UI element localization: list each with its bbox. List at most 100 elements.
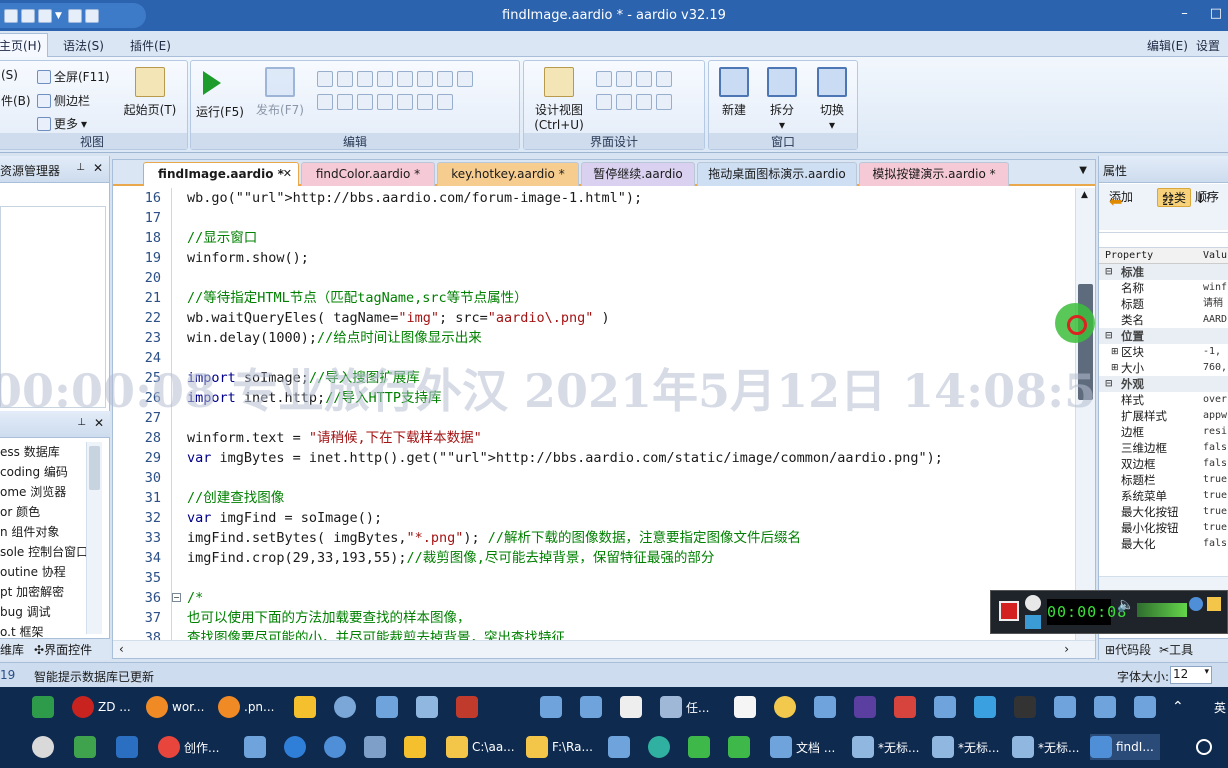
- redo-icon[interactable]: [417, 94, 433, 110]
- taskbar-app-untitled-1[interactable]: *无标...: [852, 734, 919, 760]
- collapse-icon[interactable]: ⊟: [1105, 328, 1113, 344]
- taskbar-app[interactable]: [894, 694, 916, 720]
- undo-icon[interactable]: [397, 94, 413, 110]
- tab-library[interactable]: 维库: [0, 641, 24, 658]
- scroll-thumb[interactable]: [89, 446, 100, 490]
- font-size-input[interactable]: 12 ▾: [1170, 666, 1212, 684]
- uncomment-icon[interactable]: [337, 94, 353, 110]
- ime-indicator[interactable]: 英: [1214, 694, 1226, 720]
- taskbar-app-png[interactable]: .pn...: [218, 694, 274, 720]
- format-icon[interactable]: [457, 71, 473, 87]
- minimize-button[interactable]: –: [1181, 6, 1188, 21]
- property-row[interactable]: 样式 over: [1099, 392, 1228, 408]
- chevron-up-icon[interactable]: ⌃: [1172, 694, 1184, 720]
- bookmark-icon[interactable]: [357, 94, 373, 110]
- switch-button[interactable]: 切换 ▾: [809, 67, 855, 133]
- tab-syntax[interactable]: 语法(S): [63, 37, 104, 54]
- taskbar-folder-f[interactable]: F:\Ra...: [526, 734, 593, 760]
- editor-horizontal-scrollbar[interactable]: ‹ ›: [113, 640, 1095, 658]
- folder-icon[interactable]: [1207, 597, 1221, 611]
- expand-icon[interactable]: ⊞: [1111, 360, 1119, 376]
- run-button[interactable]: 运行(F5): [195, 67, 245, 120]
- taskbar-app[interactable]: [416, 694, 438, 720]
- taskbar-app[interactable]: [648, 734, 670, 760]
- taskbar-app[interactable]: [580, 694, 602, 720]
- chevron-right-icon[interactable]: ›: [1064, 642, 1069, 656]
- taskbar-app[interactable]: [974, 694, 996, 720]
- property-value[interactable]: appw: [1203, 408, 1227, 424]
- taskbar-app[interactable]: [774, 694, 796, 720]
- taskbar-app[interactable]: [728, 734, 750, 760]
- taskbar-app[interactable]: [244, 734, 266, 760]
- taskbar-app[interactable]: [1134, 694, 1156, 720]
- taskbar-app-task[interactable]: 任...: [660, 694, 709, 720]
- stop-record-button[interactable]: [999, 601, 1019, 621]
- property-value[interactable]: over: [1203, 392, 1227, 408]
- taskbar-app[interactable]: [404, 734, 426, 760]
- taskbar-app[interactable]: [734, 694, 756, 720]
- taskbar-app[interactable]: [854, 694, 876, 720]
- taskbar-folder-c[interactable]: C:\aa...: [446, 734, 515, 760]
- sidebar-button[interactable]: 侧边栏: [37, 92, 90, 109]
- tab-tools[interactable]: ✂工具: [1159, 641, 1193, 658]
- taskbar-app-word[interactable]: wor...: [146, 694, 204, 720]
- taskbar-app[interactable]: [814, 694, 836, 720]
- property-row[interactable]: 标题 请稍: [1099, 296, 1228, 312]
- property-value[interactable]: fals: [1203, 456, 1227, 472]
- property-category[interactable]: ⊟ 外观: [1099, 376, 1228, 392]
- editor-vertical-scrollbar[interactable]: ▲: [1075, 188, 1095, 640]
- taskbar-app[interactable]: [1094, 694, 1116, 720]
- property-row[interactable]: 边框 resi: [1099, 424, 1228, 440]
- taskbar-app[interactable]: [934, 694, 956, 720]
- taskbar-app[interactable]: [456, 694, 478, 720]
- taskbar-app-untitled-2[interactable]: *无标...: [932, 734, 999, 760]
- paste-icon[interactable]: [357, 71, 373, 87]
- code-area[interactable]: 16 wb.go(""url">http://bbs.aardio.com/for…: [113, 188, 1073, 640]
- pin-down-icon[interactable]: [656, 94, 672, 110]
- taskbar-app[interactable]: [294, 694, 316, 720]
- close-icon[interactable]: ✕: [283, 163, 292, 185]
- taskbar-app-7zip[interactable]: [620, 694, 642, 720]
- property-row[interactable]: 系统菜单 true: [1099, 488, 1228, 504]
- pin-icon[interactable]: ⊥: [76, 162, 85, 173]
- align-left-icon[interactable]: [596, 71, 612, 87]
- design-view-button[interactable]: 设计视图 (Ctrl+U): [528, 67, 590, 133]
- expand-icon[interactable]: ⊞: [1111, 344, 1119, 360]
- property-hscroll[interactable]: [1099, 576, 1228, 590]
- property-row[interactable]: 最大化 fals: [1099, 536, 1228, 552]
- align-top-icon[interactable]: [656, 71, 672, 87]
- taskbar-app[interactable]: [334, 694, 356, 720]
- taskbar-app[interactable]: [1054, 694, 1076, 720]
- categorize-button[interactable]: ☷ 分类: [1157, 188, 1192, 209]
- settings-menu[interactable]: 设置: [1196, 37, 1220, 54]
- taskbar-app-zd[interactable]: ZD ...: [72, 694, 131, 720]
- taskbar-app[interactable]: [1014, 694, 1036, 720]
- property-row[interactable]: 名称 winf: [1099, 280, 1228, 296]
- taskbar-app-aardio[interactable]: findI...: [1090, 734, 1160, 760]
- taskbar-app[interactable]: [324, 734, 346, 760]
- view-s-button[interactable]: (S): [1, 68, 18, 82]
- taskbar-app-untitled-3[interactable]: *无标...: [1012, 734, 1079, 760]
- property-row[interactable]: 扩展样式 appw: [1099, 408, 1228, 424]
- outdent-icon[interactable]: [417, 71, 433, 87]
- property-row[interactable]: 标题栏 true: [1099, 472, 1228, 488]
- close-icon[interactable]: ✕: [93, 161, 103, 175]
- taskbar-app-ie[interactable]: [284, 734, 306, 760]
- sort-button[interactable]: ↓² 顺序: [1195, 188, 1219, 207]
- align-right-icon[interactable]: [636, 71, 652, 87]
- property-row[interactable]: ⊞ 区块 -1,: [1099, 344, 1228, 360]
- clear-icon[interactable]: [377, 94, 393, 110]
- property-row[interactable]: 三维边框 fals: [1099, 440, 1228, 456]
- property-row[interactable]: 最小化按钮 true: [1099, 520, 1228, 536]
- comment-icon[interactable]: [317, 94, 333, 110]
- taskbar-app[interactable]: [608, 734, 630, 760]
- taskbar-app[interactable]: [116, 734, 138, 760]
- same-width-icon[interactable]: [596, 94, 612, 110]
- property-row[interactable]: 类名 AARD: [1099, 312, 1228, 328]
- tab-ui-controls[interactable]: ✣界面控件: [34, 641, 92, 658]
- taskbar-app[interactable]: [376, 694, 398, 720]
- chevron-up-icon[interactable]: ▲: [1081, 190, 1088, 200]
- doc-tab-drag-icons[interactable]: 拖动桌面图标演示.aardio: [697, 162, 857, 186]
- taskbar-app[interactable]: [364, 734, 386, 760]
- close-icon[interactable]: ✕: [94, 416, 104, 430]
